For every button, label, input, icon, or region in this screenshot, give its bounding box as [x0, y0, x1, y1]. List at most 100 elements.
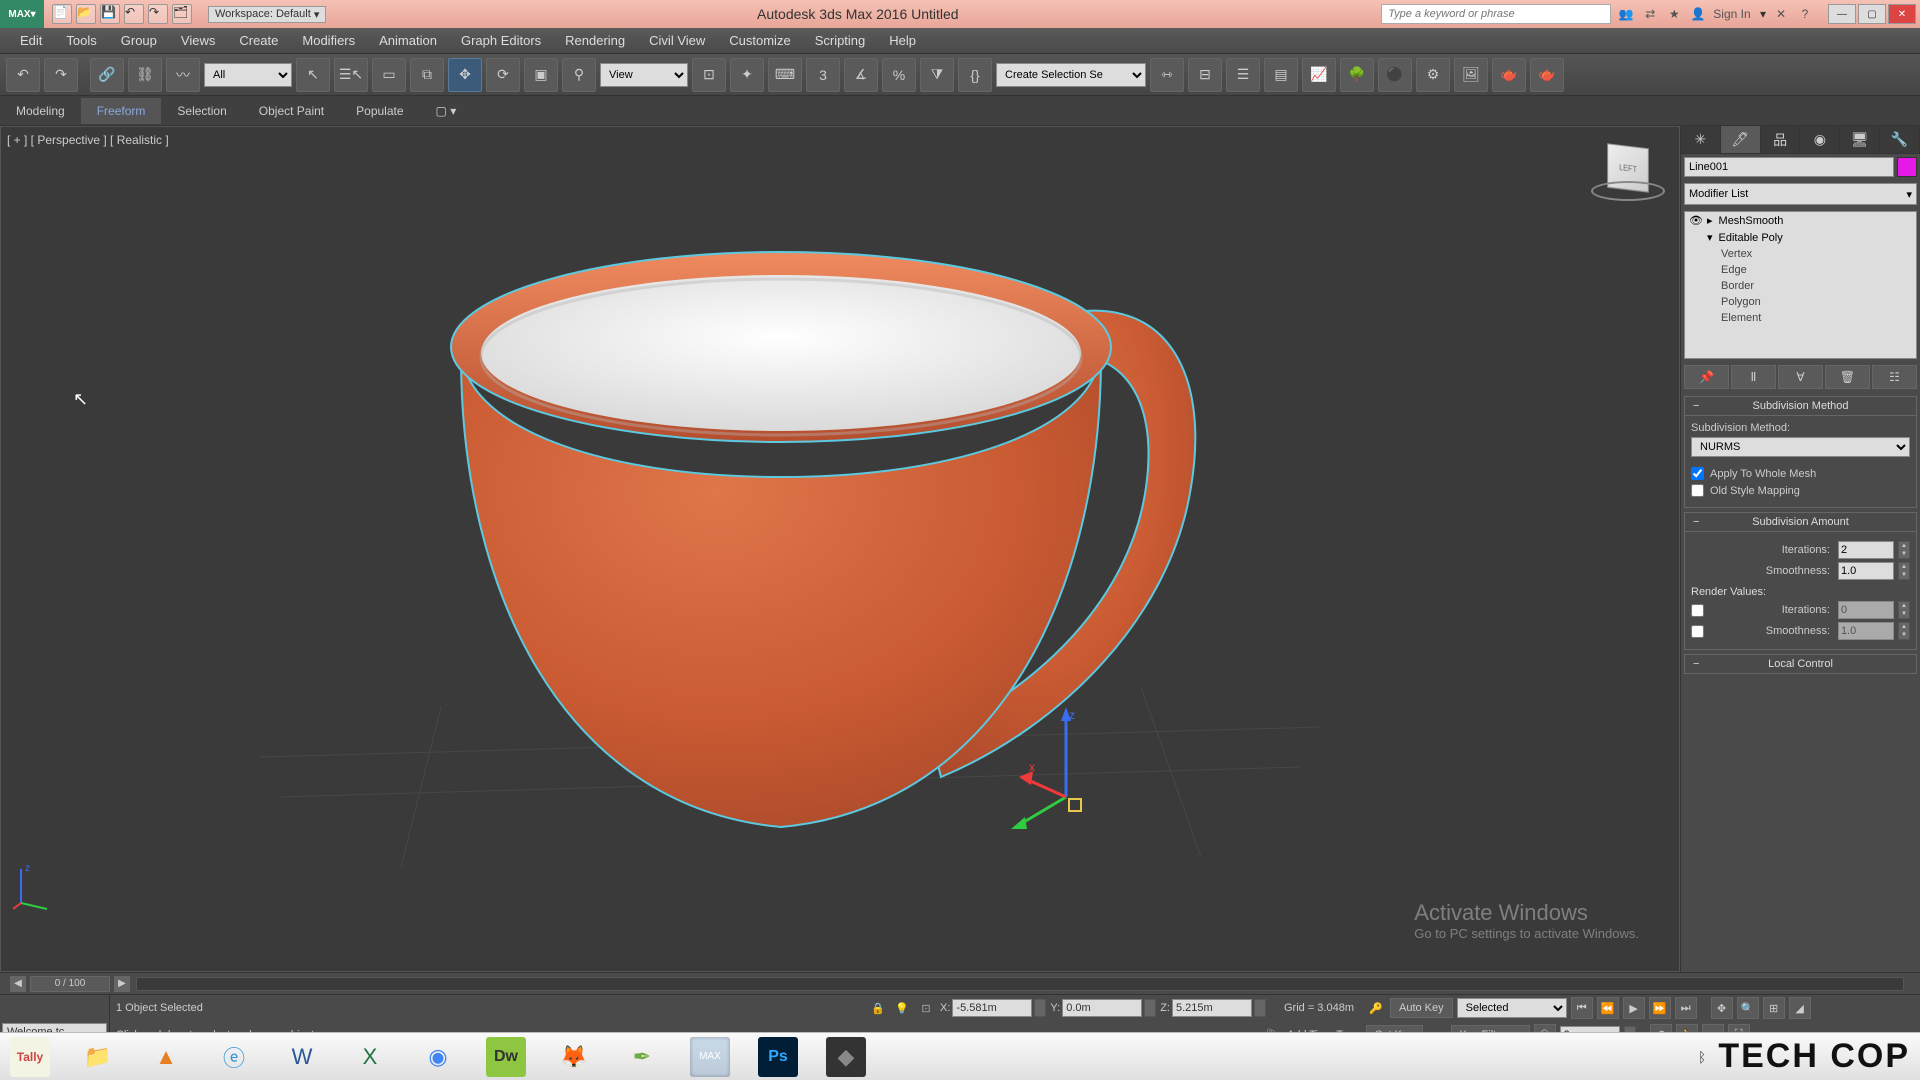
ribbon-dropdown-icon[interactable]: ▢ ▾ — [420, 98, 473, 124]
cp-tab-modify-icon[interactable]: 🖊 — [1721, 126, 1761, 153]
menu-animation[interactable]: Animation — [367, 29, 449, 52]
apply-whole-mesh-checkbox[interactable] — [1691, 467, 1704, 480]
autokey-mode-select[interactable]: Selected — [1457, 998, 1567, 1018]
layer-explorer-button[interactable]: ☰ — [1226, 58, 1260, 92]
render-iterations-spinner[interactable]: ▲▼ — [1898, 601, 1910, 619]
select-move-button[interactable]: ✥ — [448, 58, 482, 92]
render-iterations-checkbox[interactable] — [1691, 604, 1704, 617]
qat-project-icon[interactable]: 🗂 — [172, 4, 192, 24]
coord-display-mode-icon[interactable]: ⊡ — [916, 998, 936, 1018]
render-smoothness-checkbox[interactable] — [1691, 625, 1704, 638]
menu-civil-view[interactable]: Civil View — [637, 29, 717, 52]
menu-graph-editors[interactable]: Graph Editors — [449, 29, 553, 52]
make-unique-button[interactable]: ∀ — [1778, 365, 1823, 389]
selection-lock-icon[interactable]: 🔒 — [868, 998, 888, 1018]
menu-group[interactable]: Group — [109, 29, 169, 52]
nav-pan-icon[interactable]: ✥ — [1711, 997, 1733, 1019]
play-icon[interactable]: ▶ — [1623, 997, 1645, 1019]
render-setup-button[interactable]: ⚙ — [1416, 58, 1450, 92]
qat-new-icon[interactable]: 📄 — [52, 4, 72, 24]
bind-spacewarp-button[interactable]: 〰 — [166, 58, 200, 92]
mirror-button[interactable]: ⇿ — [1150, 58, 1184, 92]
taskbar-dreamweaver-icon[interactable]: Dw — [486, 1037, 526, 1077]
time-slider-thumb[interactable]: 0 / 100 — [30, 976, 110, 992]
close-button[interactable]: ✕ — [1888, 4, 1916, 24]
ribbon-object-paint[interactable]: Object Paint — [243, 98, 340, 124]
autokey-button[interactable]: Auto Key — [1390, 998, 1453, 1018]
ref-coord-system[interactable]: View — [600, 63, 688, 87]
set-key-lock-icon[interactable]: 🔑 — [1366, 998, 1386, 1018]
qat-redo-icon[interactable]: ↷ — [148, 4, 168, 24]
selection-filter[interactable]: All — [204, 63, 292, 87]
taskbar-excel-icon[interactable]: X — [350, 1037, 390, 1077]
play-prev-icon[interactable]: ⏪ — [1597, 997, 1619, 1019]
iterations-spinner[interactable]: ▲▼ — [1898, 541, 1910, 559]
spinner-snap-button[interactable]: ⧩ — [920, 58, 954, 92]
modifier-list-dropdown[interactable]: Modifier List▾ — [1684, 183, 1917, 205]
qat-open-icon[interactable]: 📂 — [76, 4, 96, 24]
taskbar-explorer-icon[interactable]: 📁 — [78, 1037, 118, 1077]
taskbar-chrome-icon[interactable]: ◉ — [418, 1037, 458, 1077]
move-gizmo[interactable]: z x — [1011, 707, 1121, 837]
script-mini-listener[interactable] — [2, 997, 107, 1019]
curve-editor-button[interactable]: 📈 — [1302, 58, 1336, 92]
align-button[interactable]: ⊟ — [1188, 58, 1222, 92]
tray-bluetooth-icon[interactable]: ᛒ — [1698, 1049, 1706, 1065]
taskbar-vlc-icon[interactable]: ▲ — [146, 1037, 186, 1077]
time-slider-prev-icon[interactable]: ◀ — [10, 976, 26, 992]
stack-meshsmooth[interactable]: 👁▸MeshSmooth — [1685, 212, 1916, 229]
play-start-icon[interactable]: ⏮ — [1571, 997, 1593, 1019]
play-next-icon[interactable]: ⏩ — [1649, 997, 1671, 1019]
rollout-subdiv-method-header[interactable]: Subdivision Method — [1684, 396, 1917, 416]
stack-element[interactable]: Element — [1685, 310, 1916, 326]
taskbar-coreldraw-icon[interactable]: ✒ — [622, 1037, 662, 1077]
link-button[interactable]: 🔗 — [90, 58, 124, 92]
account-icon[interactable]: 👤 — [1689, 5, 1707, 23]
ribbon-populate[interactable]: Populate — [340, 98, 419, 124]
windows-taskbar[interactable]: Tally 📁 ▲ ⓔ W X ◉ Dw 🦊 ✒ MAX Ps ◆ ᛒ TECH… — [0, 1032, 1920, 1080]
keyboard-shortcut-button[interactable]: ⌨ — [768, 58, 802, 92]
percent-snap-button[interactable]: % — [882, 58, 916, 92]
nav-zoom-icon[interactable]: 🔍 — [1737, 997, 1759, 1019]
window-crossing-button[interactable]: ⧉ — [410, 58, 444, 92]
edit-selection-set-button[interactable]: {} — [958, 58, 992, 92]
help-icon[interactable]: ? — [1796, 5, 1814, 23]
select-scale-button[interactable]: ▣ — [524, 58, 558, 92]
schematic-view-button[interactable]: 🌳 — [1340, 58, 1374, 92]
configure-sets-button[interactable]: ☷ — [1872, 365, 1917, 389]
object-name-input[interactable] — [1684, 157, 1894, 177]
select-place-button[interactable]: ⚲ — [562, 58, 596, 92]
toggle-ribbon-button[interactable]: ▤ — [1264, 58, 1298, 92]
modifier-stack[interactable]: 👁▸MeshSmooth ▾Editable Poly Vertex Edge … — [1684, 211, 1917, 359]
stack-edge[interactable]: Edge — [1685, 262, 1916, 278]
old-style-mapping-checkbox[interactable] — [1691, 484, 1704, 497]
cp-tab-create-icon[interactable]: ✳ — [1681, 126, 1721, 153]
show-end-result-button[interactable]: Ⅱ — [1731, 365, 1776, 389]
render-iterative-button[interactable]: 🫖 — [1530, 58, 1564, 92]
cp-tab-display-icon[interactable]: 🖥 — [1840, 126, 1880, 153]
stack-border[interactable]: Border — [1685, 278, 1916, 294]
ribbon-modeling[interactable]: Modeling — [0, 98, 81, 124]
select-region-rect-button[interactable]: ▭ — [372, 58, 406, 92]
cp-tab-hierarchy-icon[interactable]: 品 — [1761, 126, 1801, 153]
time-slider-next-icon[interactable]: ▶ — [114, 976, 130, 992]
ribbon-selection[interactable]: Selection — [161, 98, 242, 124]
x-spinner[interactable] — [1034, 999, 1046, 1017]
rollout-subdiv-amount-header[interactable]: Subdivision Amount — [1684, 512, 1917, 532]
taskbar-3dsmax-icon[interactable]: MAX — [690, 1037, 730, 1077]
menu-help[interactable]: Help — [877, 29, 928, 52]
a360-icon[interactable]: ✕ — [1772, 5, 1790, 23]
app-menu-icon[interactable]: MAX▾ — [0, 0, 44, 28]
select-rotate-button[interactable]: ⟳ — [486, 58, 520, 92]
y-spinner[interactable] — [1144, 999, 1156, 1017]
unlink-button[interactable]: ⛓ — [128, 58, 162, 92]
scene-object-cup[interactable] — [141, 167, 1421, 907]
select-object-button[interactable]: ↖ — [296, 58, 330, 92]
comm-center-icon[interactable]: 👥 — [1617, 5, 1635, 23]
select-by-name-button[interactable]: ☰↖ — [334, 58, 368, 92]
y-input[interactable] — [1062, 999, 1142, 1017]
cp-tab-motion-icon[interactable]: ◉ — [1800, 126, 1840, 153]
angle-snap-button[interactable]: ∡ — [844, 58, 878, 92]
smoothness-input[interactable] — [1838, 562, 1894, 580]
z-input[interactable] — [1172, 999, 1252, 1017]
